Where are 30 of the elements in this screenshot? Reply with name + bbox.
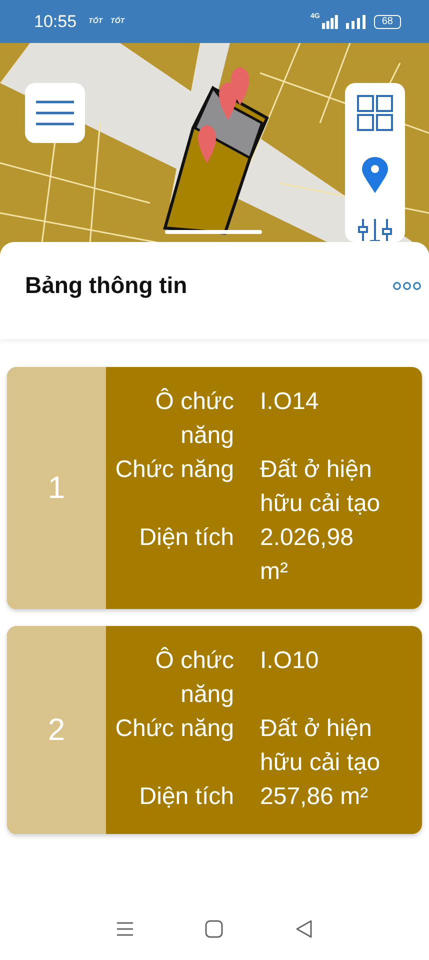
field-value: Đất ở hiện hữu cải tạo <box>260 455 382 519</box>
field-value: Đất ở hiện hữu cải tạo <box>260 714 382 778</box>
field-label: Diện tích <box>138 782 234 812</box>
home-icon[interactable] <box>205 920 224 938</box>
battery-indicator: 68 <box>374 14 401 28</box>
parcel-card[interactable]: 1 Ô chức năng I.O14 Chức năng Đất ở hiện hữu cải tạo Diện tích 2.026,98 m² <box>7 367 422 609</box>
parcel-number: 2 <box>7 626 106 834</box>
parcel-number: 1 <box>7 367 106 609</box>
menu-button[interactable] <box>25 83 85 143</box>
menu-icon[interactable] <box>116 920 134 938</box>
field-value: I.O14 <box>260 387 320 417</box>
clock-time: 10:55 <box>34 12 77 32</box>
parcel-card[interactable]: 2 Ô chức năng I.O10 Chức năng Đất ở hiện hữu cải tạo Diện tích 257,86 m² <box>7 626 422 834</box>
grid-icon[interactable] <box>357 95 393 131</box>
field-value: 257,86 m² <box>260 782 370 812</box>
signal-icon <box>346 14 366 28</box>
field-value: 2.026,98 m² <box>260 523 354 587</box>
sliders-icon[interactable] <box>358 219 392 241</box>
menu-icon <box>36 100 74 126</box>
back-icon[interactable] <box>295 920 314 938</box>
field-label: Diện tích <box>138 523 234 553</box>
field-label: Chức năng <box>114 714 234 744</box>
field-value: I.O10 <box>260 646 320 676</box>
field-label: Ô chức năng <box>154 646 234 710</box>
field-label: Ô chức năng <box>154 387 234 451</box>
more-icon[interactable] <box>393 280 421 290</box>
panel-title: Bảng thông tin <box>25 272 188 299</box>
field-label: Chức năng <box>114 455 234 485</box>
location-pin-icon[interactable] <box>362 157 388 193</box>
signal-icon <box>322 14 338 28</box>
